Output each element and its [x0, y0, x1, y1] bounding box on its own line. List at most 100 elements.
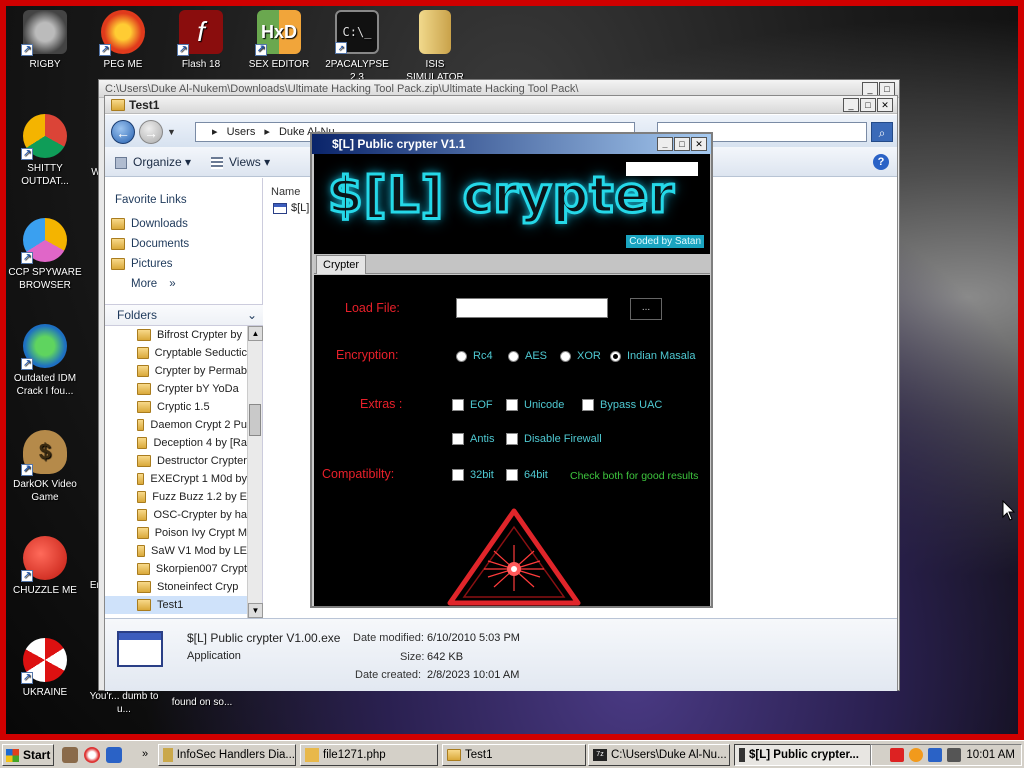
desktop-icon-rigby[interactable]: ↗ RIGBY	[6, 10, 84, 71]
checkbox[interactable]	[506, 433, 518, 445]
encryption-option-rc4[interactable]: Rc4	[456, 350, 493, 362]
close-button[interactable]: ✕	[691, 137, 707, 151]
encryption-option-indian-masala[interactable]: Indian Masala	[610, 350, 696, 362]
scroll-up-button[interactable]: ▲	[248, 326, 263, 341]
favorite-downloads[interactable]: Downloads	[111, 218, 188, 230]
network-icon[interactable]	[928, 748, 943, 762]
taskbar-item-7zip[interactable]: 7z C:\Users\Duke Al-Nu...	[588, 744, 730, 766]
desktop-icon-ccp-browser[interactable]: ↗ CCP SPYWARE BROWSER	[6, 218, 84, 292]
maximize-button[interactable]: □	[674, 137, 690, 151]
minimize-button[interactable]: _	[657, 137, 673, 151]
radio-button[interactable]	[456, 350, 467, 362]
extras-eof-checkbox[interactable]: EOF	[452, 399, 493, 411]
extras-antis-checkbox[interactable]: Antis	[452, 433, 494, 445]
taskbar-overflow-icon[interactable]: »	[142, 748, 148, 760]
extras-disable-firewall-checkbox[interactable]: Disable Firewall	[506, 433, 602, 445]
quicklaunch-browser-icon[interactable]	[84, 747, 100, 763]
help-icon[interactable]: ?	[873, 154, 889, 170]
load-file-input[interactable]	[456, 298, 608, 318]
desktop-icon-partial-youre[interactable]: You'r... dumb to u...	[84, 690, 164, 716]
desktop-icon-partial-found[interactable]: found on so...	[162, 696, 242, 709]
folder-tree-item[interactable]: Crypter by Permab	[105, 362, 247, 380]
folder-tree-item[interactable]: Cryptic 1.5	[105, 398, 247, 416]
checkbox[interactable]	[452, 433, 464, 445]
desktop-icon-hex-editor[interactable]: HxD ↗ SEX EDITOR	[240, 10, 318, 71]
encryption-option-aes[interactable]: AES	[508, 350, 547, 362]
folder-tree-item[interactable]: Crypter bY YoDa	[105, 380, 247, 398]
folder-tree-item[interactable]: Skorpien007 Crypt	[105, 560, 247, 578]
crypter-form: Load File: ... Encryption: Rc4 AES XOR I…	[314, 275, 710, 606]
desktop-icon-ukraine[interactable]: ↗ UKRAINE	[6, 638, 84, 699]
checkbox[interactable]	[452, 469, 464, 481]
folder-tree-scrollbar[interactable]: ▲ ▼	[247, 326, 263, 618]
folder-tree-item[interactable]: Stoneinfect Cryp	[105, 578, 247, 596]
breadcrumb-item[interactable]: Users	[227, 126, 256, 138]
folders-header[interactable]: Folders ⌄	[105, 304, 263, 326]
folder-tree-item[interactable]: Bifrost Crypter by	[105, 326, 247, 344]
checkbox[interactable]	[506, 469, 518, 481]
folder-tree-item[interactable]: OSC-Crypter by ha	[105, 506, 247, 524]
checkbox[interactable]	[506, 399, 518, 411]
taskbar-item-test1[interactable]: Test1	[442, 744, 586, 766]
checkbox[interactable]	[452, 399, 464, 411]
compat-64bit-checkbox[interactable]: 64bit	[506, 469, 548, 481]
crypter-window[interactable]: $[L] Public crypter V1.1 _ □ ✕ $[L] cryp…	[310, 132, 713, 608]
folder-tree-item-selected[interactable]: Test1	[105, 596, 247, 614]
security-warning-icon[interactable]	[890, 748, 905, 762]
search-icon[interactable]: ⌕	[871, 122, 893, 142]
quicklaunch-network-icon[interactable]	[106, 747, 122, 763]
folder-tree-item[interactable]: Destructor Crypter	[105, 452, 247, 470]
radio-button[interactable]	[560, 350, 571, 362]
folder-tree-item[interactable]: SaW V1 Mod by LE	[105, 542, 247, 560]
desktop-icon-chrome-outdated[interactable]: ↗ SHITTY OUTDAT...	[6, 114, 84, 188]
search-tray-icon[interactable]	[909, 748, 924, 762]
maximize-button[interactable]: □	[879, 82, 895, 96]
desktop-icon-idm[interactable]: ↗ Outdated IDM Crack I fou...	[6, 324, 84, 398]
crypter-titlebar[interactable]: $[L] Public crypter V1.1 _ □ ✕	[312, 134, 711, 154]
desktop-icon-peg-me[interactable]: ↗ PEG ME	[84, 10, 162, 71]
back-button[interactable]: ←	[111, 120, 135, 144]
taskbar-item-file1271[interactable]: file1271.php	[300, 744, 438, 766]
compat-32bit-checkbox[interactable]: 32bit	[452, 469, 494, 481]
minimize-button[interactable]: _	[843, 98, 859, 112]
organize-button[interactable]: Organize ▾	[115, 155, 191, 169]
file-item[interactable]: $[L]	[273, 202, 309, 214]
radio-button-selected[interactable]	[610, 350, 621, 362]
folder-tree-item[interactable]: Cryptable Seductic	[105, 344, 247, 362]
folder-tree-item[interactable]: Deception 4 by [Ra	[105, 434, 247, 452]
scroll-down-button[interactable]: ▼	[248, 603, 263, 618]
recent-pages-dropdown-icon[interactable]: ▼	[167, 127, 176, 137]
scroll-thumb[interactable]	[249, 404, 261, 436]
desktop-icon-chuzzle[interactable]: ↗ CHUZZLE ME	[6, 536, 84, 597]
favorite-pictures[interactable]: Pictures	[111, 258, 173, 270]
checkbox[interactable]	[582, 399, 594, 411]
volume-icon[interactable]	[947, 748, 962, 762]
tab-crypter[interactable]: Crypter	[316, 255, 367, 274]
forward-button[interactable]: →	[139, 120, 163, 144]
desktop-icon-darkok[interactable]: $ ↗ DarkOK Video Game	[6, 430, 84, 504]
explorer-titlebar[interactable]: Test1	[105, 96, 897, 114]
more-favorites-link[interactable]: More »	[131, 278, 176, 290]
views-button[interactable]: Views ▾	[211, 155, 270, 169]
desktop-icon-isis[interactable]: ISIS SIMULATOR	[396, 10, 474, 84]
extras-unicode-checkbox[interactable]: Unicode	[506, 399, 564, 411]
close-button[interactable]: ✕	[877, 98, 893, 112]
taskbar-item-infosec[interactable]: InfoSec Handlers Dia...	[158, 744, 296, 766]
maximize-button[interactable]: □	[860, 98, 876, 112]
folder-tree-item[interactable]: Daemon Crypt 2 Pu	[105, 416, 247, 434]
minimize-button[interactable]: _	[862, 82, 878, 96]
clock[interactable]: 10:01 AM	[966, 749, 1015, 761]
folder-tree-item[interactable]: EXECrypt 1 M0d by	[105, 470, 247, 488]
favorite-documents[interactable]: Documents	[111, 238, 189, 250]
quicklaunch-app-icon[interactable]	[62, 747, 78, 763]
taskbar-item-crypter[interactable]: $[L] Public crypter...	[734, 744, 872, 766]
folder-tree-item[interactable]: Fuzz Buzz 1.2 by E	[105, 488, 247, 506]
browse-button[interactable]: ...	[630, 298, 662, 320]
radio-button[interactable]	[508, 350, 519, 362]
folder-tree-item[interactable]: Poison Ivy Crypt M	[105, 524, 247, 542]
start-button[interactable]: Start	[2, 744, 54, 766]
encryption-option-xor[interactable]: XOR	[560, 350, 601, 362]
extras-bypass-uac-checkbox[interactable]: Bypass UAC	[582, 399, 662, 411]
desktop-icon-2pacalypse[interactable]: C:\_ ↗ 2PACALYPSE 2.3	[318, 10, 396, 84]
desktop-icon-flash[interactable]: f ↗ Flash 18	[162, 10, 240, 71]
